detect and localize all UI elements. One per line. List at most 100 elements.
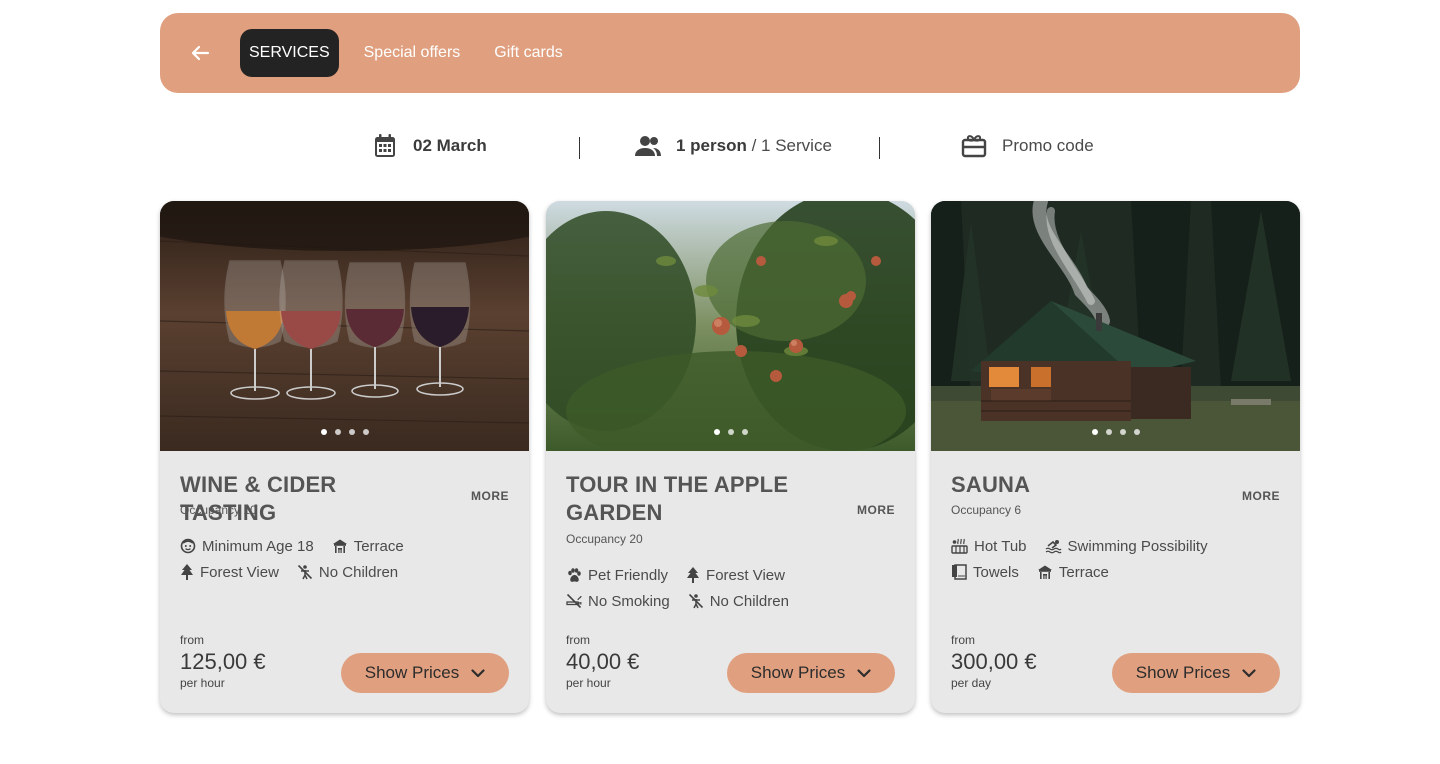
promo-code-field[interactable]: Promo code xyxy=(960,130,1094,162)
show-prices-button[interactable]: Show Prices xyxy=(341,653,509,693)
persons-count: 1 person xyxy=(676,136,747,155)
no-smoking-icon xyxy=(566,593,582,609)
amenity-label: Terrace xyxy=(1058,563,1109,581)
amenity-label: Forest View xyxy=(706,566,785,584)
top-nav-bar: SERVICES Special offers Gift cards xyxy=(160,13,1300,93)
child-face-icon xyxy=(180,538,196,554)
no-children-icon xyxy=(297,564,312,580)
price-block: from 300,00 € per day xyxy=(951,633,1037,690)
tab-services[interactable]: SERVICES xyxy=(240,29,339,77)
more-link[interactable]: MORE xyxy=(857,503,895,517)
amenity: Forest View xyxy=(180,563,279,581)
terrace-icon xyxy=(332,539,347,553)
occupancy: Occupancy 10 xyxy=(180,503,257,517)
guests-divider: / xyxy=(746,136,762,155)
occupancy: Occupancy 6 xyxy=(951,503,1022,517)
guests-selector[interactable]: 1 person / 1 Service xyxy=(634,130,832,162)
amenity-label: Minimum Age 18 xyxy=(202,537,314,555)
amenity: No Children xyxy=(297,563,398,581)
amenity: Forest View xyxy=(686,566,785,584)
carousel-dot[interactable] xyxy=(741,429,748,435)
chevron-down-icon xyxy=(857,668,871,677)
amenity: Terrace xyxy=(1037,563,1109,581)
amenity-label: Terrace xyxy=(353,537,404,555)
swimmer-icon xyxy=(1045,540,1062,554)
promo-code-label: Promo code xyxy=(1002,136,1094,155)
date-picker[interactable]: 02 March xyxy=(371,130,487,162)
amenity: No Children xyxy=(688,592,789,610)
amenity: No Smoking xyxy=(566,592,670,610)
amenity: Towels xyxy=(951,563,1019,581)
terrace-icon xyxy=(1037,565,1052,579)
price-unit: per day xyxy=(951,676,992,690)
amenities-list: Hot Tub Swimming Possibility Towels Terr… xyxy=(951,537,1281,581)
carousel-dot[interactable] xyxy=(1105,429,1112,435)
service-card-sauna: SAUNA MORE Occupancy 6 Hot Tub Swimming … xyxy=(931,201,1300,713)
price-value: 125,00 € xyxy=(180,649,266,674)
service-card-wine: WINE & CIDER TASTING MORE Occupancy 10 M… xyxy=(160,201,529,713)
amenity-label: No Smoking xyxy=(588,592,670,610)
price-block: from 125,00 € per hour xyxy=(180,633,266,690)
show-prices-label: Show Prices xyxy=(364,663,460,682)
chevron-down-icon xyxy=(471,668,485,677)
filter-divider xyxy=(579,137,580,159)
carousel-dot[interactable] xyxy=(334,429,341,435)
amenity-label: Hot Tub xyxy=(974,537,1027,555)
show-prices-label: Show Prices xyxy=(1135,663,1231,682)
carousel-dot[interactable] xyxy=(1133,429,1140,435)
carousel-dot[interactable] xyxy=(362,429,369,435)
forest-cabin-photo[interactable] xyxy=(931,201,1300,451)
amenity: Terrace xyxy=(332,537,404,555)
booking-filters: 02 March 1 person / 1 Service Promo code xyxy=(0,130,1440,162)
amenity-label: Pet Friendly xyxy=(588,566,669,584)
amenity: Swimming Possibility xyxy=(1045,537,1208,555)
price-block: from 40,00 € per hour xyxy=(566,633,639,690)
calendar-icon xyxy=(371,132,399,160)
carousel-dots xyxy=(160,429,529,435)
amenity-label: Towels xyxy=(973,563,1019,581)
gift-card-icon xyxy=(960,132,988,160)
amenity-label: No Children xyxy=(709,592,789,610)
amenity-label: Forest View xyxy=(200,563,279,581)
tree-icon xyxy=(687,567,700,583)
price-unit: per hour xyxy=(566,676,611,690)
carousel-dot[interactable] xyxy=(727,429,734,435)
carousel-dot[interactable] xyxy=(320,429,327,435)
more-link[interactable]: MORE xyxy=(1242,489,1280,503)
towel-icon xyxy=(952,564,967,580)
amenity-label: Swimming Possibility xyxy=(1067,537,1208,555)
amenity: Pet Friendly xyxy=(566,566,668,584)
price-value: 300,00 € xyxy=(951,649,1037,674)
tab-special-offers[interactable]: Special offers xyxy=(355,29,470,77)
tree-icon xyxy=(181,564,193,580)
apple-tree-photo[interactable] xyxy=(546,201,915,451)
service-card-apple-garden: TOUR IN THE APPLE GARDEN MORE Occupancy … xyxy=(546,201,915,713)
price-from-label: from xyxy=(180,633,204,647)
price-unit: per hour xyxy=(180,676,225,690)
amenity: Minimum Age 18 xyxy=(180,537,314,555)
date-value: 02 March xyxy=(413,136,487,155)
services-count: 1 Service xyxy=(761,136,832,155)
filter-divider xyxy=(879,137,880,159)
amenity: Hot Tub xyxy=(951,537,1027,555)
people-icon xyxy=(634,132,662,160)
more-link[interactable]: MORE xyxy=(471,489,509,503)
paw-icon xyxy=(568,568,581,582)
carousel-dot[interactable] xyxy=(1119,429,1126,435)
carousel-dot[interactable] xyxy=(713,429,720,435)
service-title: SAUNA xyxy=(951,472,1031,497)
price-from-label: from xyxy=(951,633,975,647)
carousel-dots xyxy=(931,429,1300,435)
price-value: 40,00 € xyxy=(566,649,640,674)
carousel-dot[interactable] xyxy=(348,429,355,435)
amenities-list: Pet Friendly Forest View No Smoking No C… xyxy=(566,566,896,610)
show-prices-button[interactable]: Show Prices xyxy=(1112,653,1280,693)
show-prices-label: Show Prices xyxy=(750,663,846,682)
carousel-dot[interactable] xyxy=(1091,429,1098,435)
show-prices-button[interactable]: Show Prices xyxy=(727,653,895,693)
amenity-label: No Children xyxy=(318,563,399,581)
back-arrow-icon[interactable] xyxy=(188,41,212,65)
wine-glasses-photo[interactable] xyxy=(160,201,529,451)
tab-gift-cards[interactable]: Gift cards xyxy=(485,29,571,77)
chevron-down-icon xyxy=(1242,668,1256,677)
